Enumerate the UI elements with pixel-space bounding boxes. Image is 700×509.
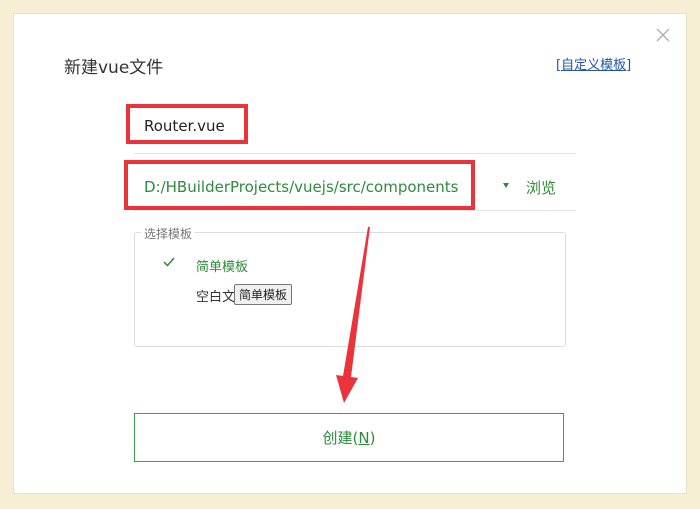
create-button-mnemonic: N [358, 428, 370, 447]
check-icon [163, 257, 175, 267]
create-button[interactable]: 创建(N) [134, 413, 564, 462]
template-group: 选择模板 简单模板 空白文 简单模板 [134, 225, 566, 347]
custom-template-link[interactable]: [自定义模板] [556, 54, 631, 73]
template-group-legend: 选择模板 [141, 225, 196, 242]
create-button-label-prefix: 创建( [322, 429, 359, 447]
browse-button[interactable]: 浏览 [526, 177, 556, 198]
close-icon[interactable] [654, 26, 672, 44]
chevron-down-icon[interactable] [503, 183, 509, 188]
filename-input[interactable]: Router.vue [144, 117, 225, 135]
tooltip: 简单模板 [234, 284, 293, 305]
path-select[interactable]: D:/HBuilderProjects/vuejs/src/components [144, 178, 458, 196]
new-vue-file-dialog: 新建vue文件 [自定义模板] Router.vue D:/HBuilderPr… [14, 14, 686, 493]
filename-row: Router.vue [134, 104, 576, 154]
template-option-blank[interactable]: 空白文 [196, 286, 235, 305]
path-row: D:/HBuilderProjects/vuejs/src/components… [134, 164, 576, 211]
dialog-title: 新建vue文件 [64, 58, 164, 78]
template-option-simple[interactable]: 简单模板 [196, 256, 248, 275]
create-button-label-suffix: ) [369, 428, 376, 447]
